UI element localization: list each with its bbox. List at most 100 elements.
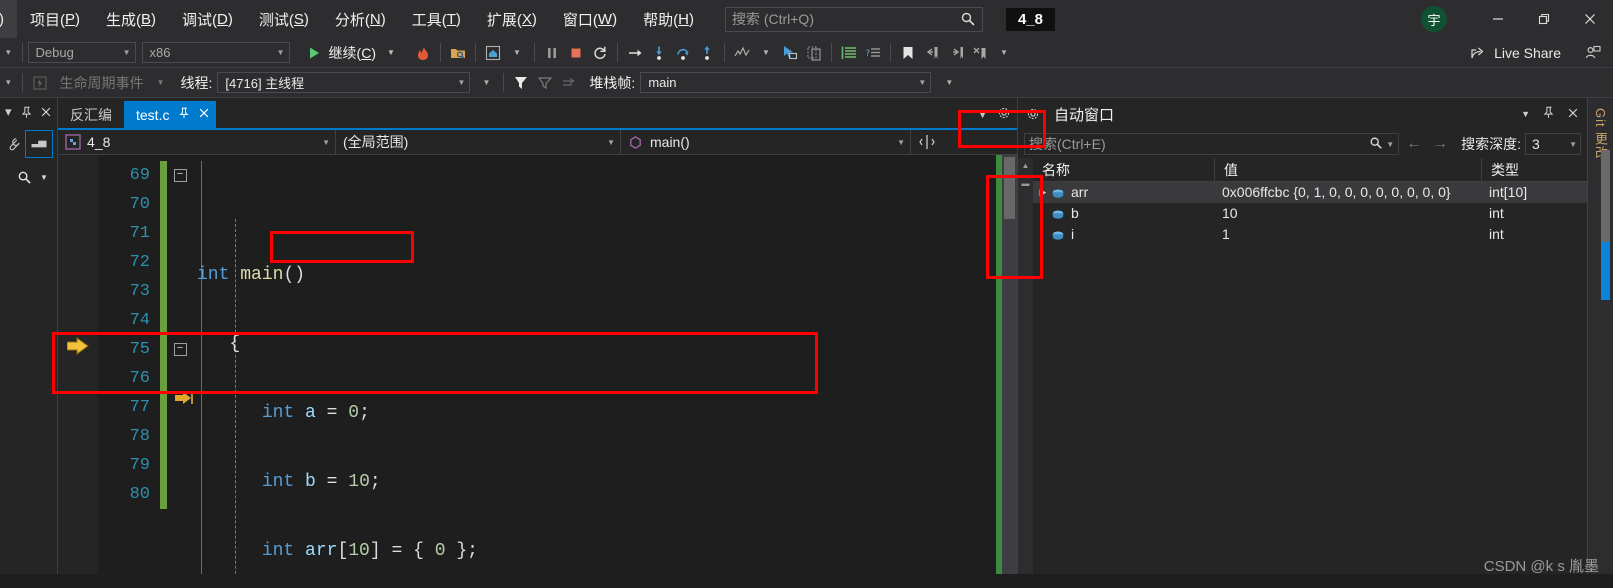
breakpoint-gutter[interactable] <box>58 155 98 574</box>
code-line-70[interactable]: { <box>193 330 996 359</box>
panel-scrollbar-thumb-gray[interactable] <box>1601 150 1610 242</box>
autos-row-value[interactable]: 10 <box>1215 203 1482 224</box>
collapse-icon[interactable]: − <box>173 343 187 356</box>
gear-icon[interactable] <box>1024 105 1042 123</box>
comment-lines-icon[interactable] <box>837 41 861 65</box>
flag-just-my-code-icon[interactable] <box>509 71 533 95</box>
code-line-73[interactable]: int arr[10] = { 0 }; <box>193 537 996 566</box>
menu-item-tools[interactable]: 工具(T) <box>399 0 474 38</box>
expander-icon[interactable]: ▶ <box>1035 182 1051 203</box>
code-text-area[interactable]: int main() { int a = 0; int b = 10; int … <box>175 155 996 574</box>
autos-row-name-cell[interactable]: i <box>1033 224 1215 245</box>
code-line-72[interactable]: int b = 10; <box>193 468 996 497</box>
close-icon[interactable] <box>1567 107 1579 122</box>
menu-item-debug[interactable]: 调试(D) <box>169 0 246 38</box>
column-header-name[interactable]: 名称 <box>1033 158 1215 182</box>
tab-list-dropdown-icon[interactable]: ▼ <box>978 110 987 120</box>
live-share-button[interactable]: Live Share <box>1470 45 1613 61</box>
fold-cell-75[interactable]: − <box>167 335 193 364</box>
platform-combo[interactable]: x86 ▼ <box>141 42 290 63</box>
dock-dropdown-icon[interactable]: ▾ <box>0 103 17 121</box>
home-icon[interactable] <box>481 41 505 65</box>
hot-reload-icon[interactable] <box>411 41 435 65</box>
menu-item-help[interactable]: 帮助(H) <box>630 0 707 38</box>
code-line-69[interactable]: int main() <box>193 261 996 290</box>
clear-bookmarks-icon[interactable] <box>968 41 992 65</box>
navbar-function-combo[interactable]: main() ▼ <box>621 129 911 155</box>
autos-row-value[interactable]: 1 <box>1215 224 1482 245</box>
autos-row-b[interactable]: b 10 int <box>1033 203 1587 224</box>
autos-search-input[interactable]: 搜索(Ctrl+E) ▼ <box>1024 133 1400 155</box>
thread-switch-icon[interactable] <box>557 71 581 95</box>
step-into-icon[interactable] <box>647 41 671 65</box>
close-icon[interactable] <box>37 103 54 121</box>
thread-combo[interactable]: [4716] 主线程 ▼ <box>217 72 471 93</box>
diagnostics-icon[interactable] <box>730 41 754 65</box>
toolbar-overflow-chevron[interactable]: ▾ <box>0 47 17 58</box>
pin-icon[interactable] <box>19 103 36 121</box>
menu-item-partial[interactable]: ) <box>0 0 17 38</box>
continue-button[interactable] <box>302 41 326 65</box>
navbar-scope-combo[interactable]: (全局范围) ▼ <box>336 129 621 155</box>
chevron-down-icon[interactable]: ▼ <box>1383 140 1394 149</box>
toolbar-overflow-3[interactable]: ▼ <box>754 41 778 65</box>
continue-dropdown[interactable]: ▼ <box>379 41 403 65</box>
code-editor[interactable]: 69 70 71 72 73 74 75 76 77 78 79 80 − − int main() {… <box>58 155 1017 574</box>
bookmark-icon[interactable] <box>896 41 920 65</box>
person-share-icon[interactable] <box>1585 45 1601 61</box>
menu-item-project[interactable]: 项目(P) <box>17 0 93 38</box>
gear-icon[interactable] <box>997 106 1011 123</box>
autos-row-value[interactable]: 0x006ffcbc {0, 1, 0, 0, 0, 0, 0, 0, 0, 0… <box>1215 182 1482 203</box>
outlining-column[interactable]: − − <box>167 155 193 574</box>
tab-disassembly[interactable]: 反汇编 <box>58 101 124 128</box>
break-all-icon[interactable] <box>540 41 564 65</box>
panel-scrollbar-thumb-blue[interactable] <box>1601 242 1610 300</box>
scroll-collapse-icon[interactable]: ▬ <box>1018 176 1033 191</box>
autos-row-name-cell[interactable]: ▶ arr <box>1033 182 1215 203</box>
menu-item-analyze[interactable]: 分析(N) <box>322 0 399 38</box>
column-header-value[interactable]: 值 <box>1215 158 1482 182</box>
next-bookmark-icon[interactable] <box>944 41 968 65</box>
copy-icon[interactable] <box>802 41 826 65</box>
search-next-icon[interactable]: → <box>1429 135 1451 153</box>
chevron-down-icon[interactable]: ▼ <box>35 168 53 186</box>
restart-icon[interactable] <box>588 41 612 65</box>
thread-overflow[interactable]: ▼ <box>474 71 498 95</box>
stackframe-combo[interactable]: main ▼ <box>640 72 932 93</box>
autos-row-name-cell[interactable]: b <box>1033 203 1215 224</box>
column-header-type[interactable]: 类型 <box>1482 158 1587 182</box>
navbar-split-icon[interactable] <box>915 130 939 154</box>
search-previous-icon[interactable]: ← <box>1403 135 1425 153</box>
toolbar-overflow-2[interactable]: ▼ <box>505 41 529 65</box>
configuration-combo[interactable]: Debug ▼ <box>27 42 136 63</box>
fold-cell-69[interactable]: − <box>167 161 193 190</box>
editor-vertical-scrollbar[interactable] <box>1002 155 1017 574</box>
autos-row-i[interactable]: i 1 int <box>1033 224 1587 245</box>
autos-grid-scrollbar-left[interactable]: ▲ ▬ <box>1018 158 1033 574</box>
previous-bookmark-icon[interactable] <box>920 41 944 65</box>
stop-debugging-icon[interactable] <box>564 41 588 65</box>
tab-close-icon[interactable] <box>198 107 210 122</box>
stackframe-overflow[interactable]: ▼ <box>937 71 961 95</box>
wrench-icon[interactable] <box>4 135 22 153</box>
lifecycle-dropdown[interactable]: ▼ <box>149 71 173 95</box>
debugbar-overflow-chevron[interactable]: ▾ <box>0 77 17 88</box>
menu-item-window[interactable]: 窗口(W) <box>550 0 630 38</box>
code-line-71[interactable]: int a = 0; <box>193 399 996 428</box>
pointer-select-icon[interactable] <box>778 41 802 65</box>
step-out-icon[interactable] <box>695 41 719 65</box>
toolbar-overflow-4[interactable]: ▼ <box>992 41 1016 65</box>
navbar-project-combo[interactable]: 4_8 ▼ <box>58 129 336 155</box>
search-depth-combo[interactable]: 3 ▼ <box>1525 133 1581 155</box>
collapse-icon[interactable]: − <box>173 169 187 182</box>
pin-icon[interactable] <box>1542 106 1555 122</box>
tab-test-c[interactable]: test.c <box>124 101 217 128</box>
flag-all-threads-icon[interactable] <box>533 71 557 95</box>
show-next-statement-icon[interactable] <box>623 41 647 65</box>
avatar[interactable]: 宇 <box>1421 6 1447 32</box>
restore-button[interactable] <box>1521 0 1567 38</box>
uncomment-lines-icon[interactable]: ? <box>861 41 885 65</box>
menu-item-build[interactable]: 生成(B) <box>93 0 169 38</box>
step-over-icon[interactable] <box>671 41 695 65</box>
search-icon[interactable] <box>15 168 33 186</box>
